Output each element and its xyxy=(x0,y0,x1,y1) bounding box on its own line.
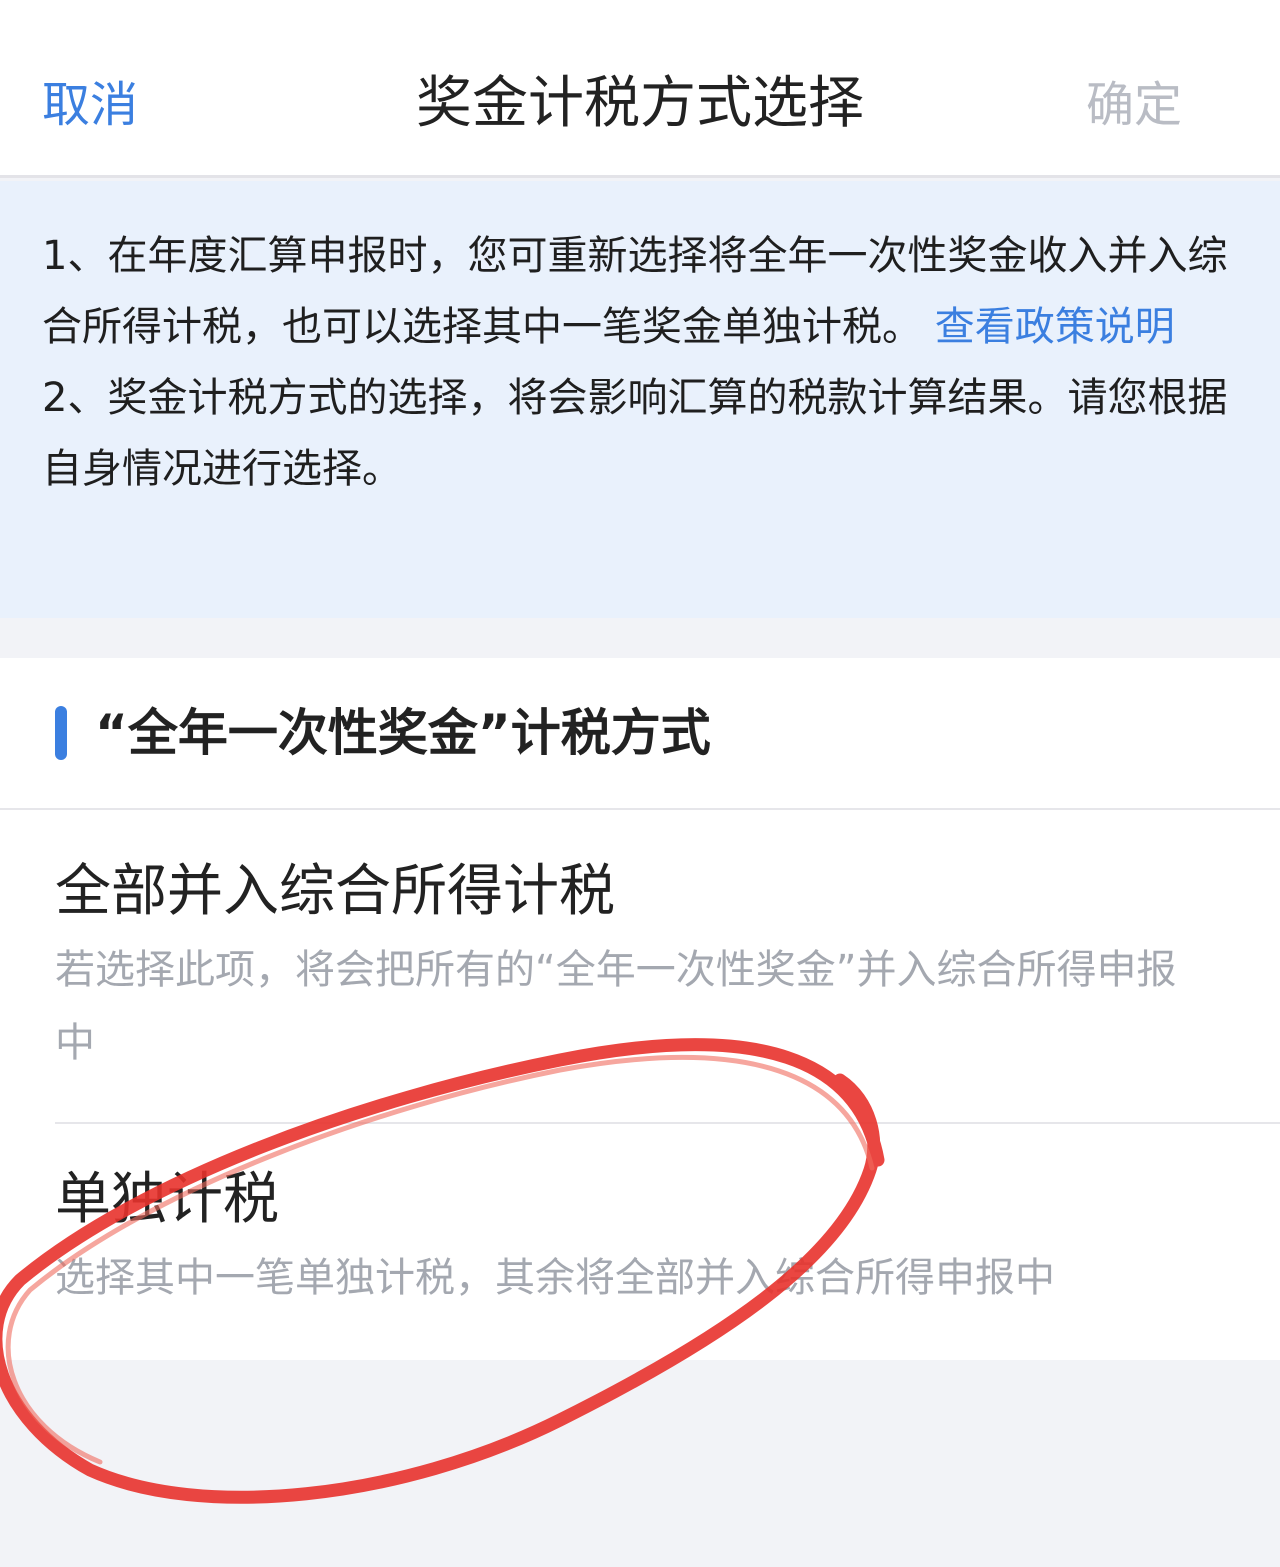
option-title: 全部并入综合所得计税 xyxy=(55,859,615,924)
notice-panel: 1、在年度汇算申报时，您可重新选择将全年一次性奖金收入并入综合所得计税，也可以选… xyxy=(0,181,1280,618)
notice-item-2: 2、奖金计税方式的选择，将会影响汇算的税款计算结果。请您根据自身情况进行选择。 xyxy=(42,363,1238,505)
section-header: “全年一次性奖金”计税方式 xyxy=(0,658,1280,810)
section-accent-bar xyxy=(55,706,67,760)
option-merge-all[interactable]: 全部并入综合所得计税 若选择此项，将会把所有的“全年一次性奖金”并入综合所得申报… xyxy=(0,810,1280,1122)
tax-method-card: “全年一次性奖金”计税方式 全部并入综合所得计税 若选择此项，将会把所有的“全年… xyxy=(0,658,1280,1360)
section-title: “全年一次性奖金”计税方式 xyxy=(95,704,711,762)
option-description: 若选择此项，将会把所有的“全年一次性奖金”并入综合所得申报中 xyxy=(55,947,1177,1066)
policy-link[interactable]: 查看政策说明 xyxy=(935,304,1175,350)
option-description: 选择其中一笔单独计税，其余将全部并入综合所得申报中 xyxy=(55,1255,1055,1301)
option-separate-tax[interactable]: 单独计税 选择其中一笔单独计税，其余将全部并入综合所得申报中 xyxy=(0,1124,1280,1360)
confirm-button[interactable]: 确定 xyxy=(1086,70,1182,140)
navigation-bar: 取消 奖金计税方式选择 确定 xyxy=(0,0,1280,178)
notice-item-1: 1、在年度汇算申报时，您可重新选择将全年一次性奖金收入并入综合所得计税，也可以选… xyxy=(42,221,1238,363)
option-title: 单独计税 xyxy=(55,1167,279,1232)
notice-text-2: 2、奖金计税方式的选择，将会影响汇算的税款计算结果。请您根据自身情况进行选择。 xyxy=(42,375,1228,492)
